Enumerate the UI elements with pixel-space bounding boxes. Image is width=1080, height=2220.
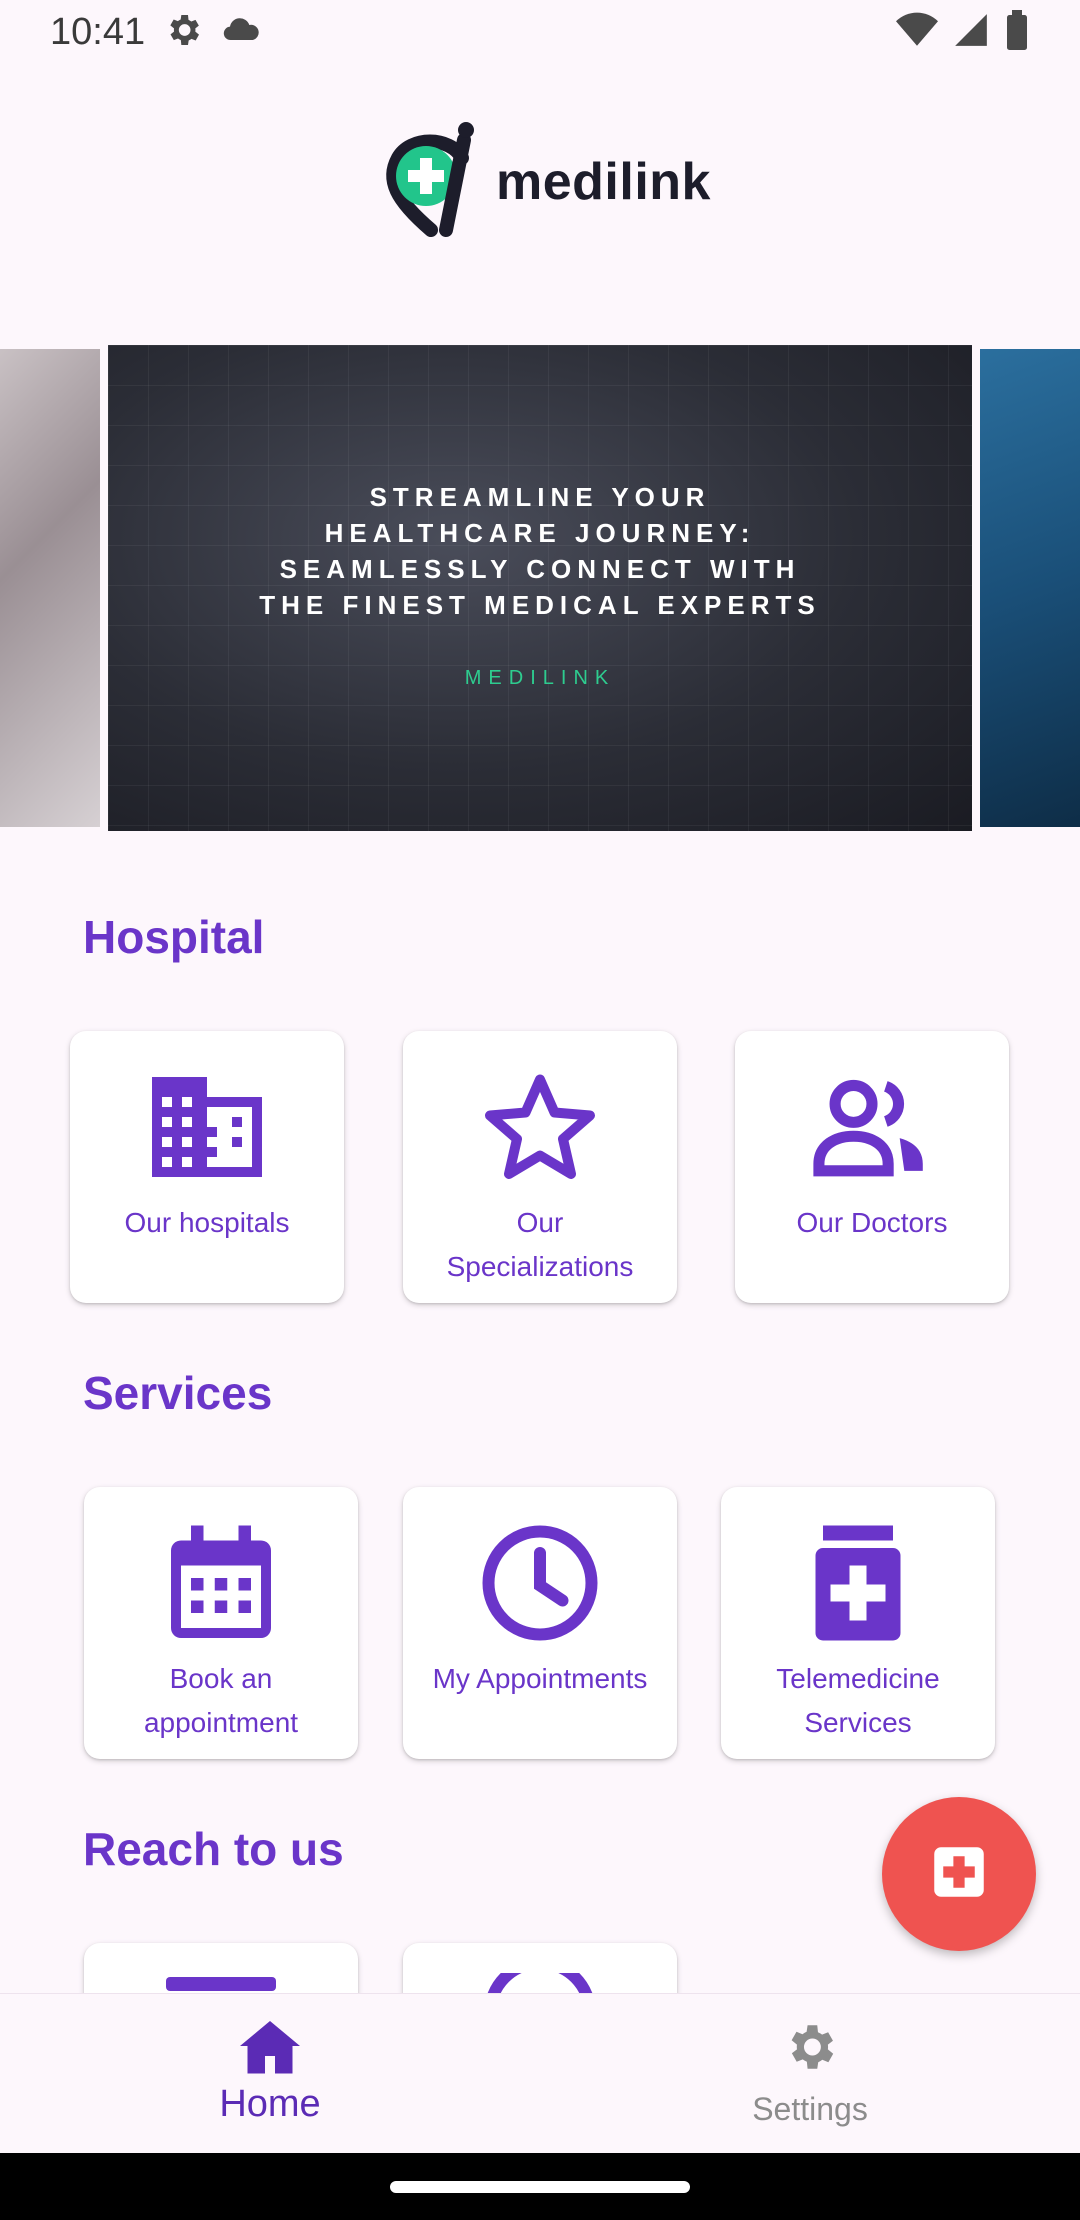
- carousel-slide-next[interactable]: [980, 349, 1080, 827]
- status-bar: 10:41: [0, 0, 1080, 64]
- card-telemedicine-services[interactable]: Telemedicine Services: [721, 1487, 995, 1759]
- medilink-pin-cross-icon: [376, 120, 486, 245]
- card-our-specializations[interactable]: Our Specializations: [403, 1031, 677, 1303]
- medical-plus-icon: [932, 1845, 986, 1904]
- wifi-icon: [896, 9, 938, 56]
- nav-item-settings[interactable]: Settings: [540, 1994, 1080, 2153]
- section-title-reach: Reach to us: [83, 1823, 344, 1875]
- battery-icon: [1004, 9, 1030, 55]
- status-time: 10:41: [50, 10, 146, 53]
- card-our-hospitals[interactable]: Our hospitals: [70, 1031, 344, 1303]
- slide-headline: STREAMLINE YOUR HEALTHCARE JOURNEY: SEAM…: [259, 482, 821, 620]
- carousel-slide-previous[interactable]: [0, 349, 100, 827]
- card-label: Our Doctors: [796, 1207, 948, 1238]
- settings-gear-icon: [781, 2018, 839, 2081]
- logo-text: medilink: [496, 153, 711, 211]
- card-label: My Appointments: [432, 1663, 648, 1694]
- emergency-fab-button[interactable]: [882, 1797, 1036, 1951]
- card-label: Telemedicine Services: [776, 1663, 940, 1738]
- card-label: Our hospitals: [124, 1207, 290, 1238]
- nav-label-home: Home: [219, 2083, 321, 2125]
- promo-carousel[interactable]: STREAMLINE YOUR HEALTHCARE JOURNEY: SEAM…: [0, 345, 1080, 831]
- settings-gear-icon: [163, 10, 203, 55]
- cellular-signal-icon: [952, 11, 990, 54]
- cloud-icon: [221, 10, 261, 55]
- section-title-hospital: Hospital: [83, 911, 265, 963]
- card-label: Book an appointment: [143, 1663, 299, 1738]
- building-icon: [147, 1067, 267, 1187]
- nav-label-settings: Settings: [752, 2091, 868, 2127]
- bottom-navigation: Home Settings: [0, 1993, 1080, 2153]
- medical-kit-icon: [798, 1523, 918, 1643]
- nav-item-home[interactable]: Home: [0, 1994, 540, 2153]
- card-our-doctors[interactable]: Our Doctors: [735, 1031, 1009, 1303]
- system-gesture-area: [0, 2153, 1080, 2220]
- calendar-icon: [161, 1523, 281, 1643]
- section-title-services: Services: [83, 1367, 273, 1419]
- clock-icon: [480, 1523, 600, 1643]
- slide-brand: MEDILINK: [464, 667, 616, 689]
- card-label: Our Specializations: [446, 1207, 634, 1282]
- star-icon: [480, 1067, 600, 1187]
- home-gesture-handle[interactable]: [390, 2181, 690, 2193]
- home-icon: [240, 2018, 300, 2079]
- people-icon: [812, 1067, 932, 1187]
- app-logo: medilink: [376, 120, 711, 245]
- card-my-appointments[interactable]: My Appointments: [403, 1487, 677, 1759]
- carousel-slide-current[interactable]: STREAMLINE YOUR HEALTHCARE JOURNEY: SEAM…: [108, 345, 972, 831]
- card-book-appointment[interactable]: Book an appointment: [84, 1487, 358, 1759]
